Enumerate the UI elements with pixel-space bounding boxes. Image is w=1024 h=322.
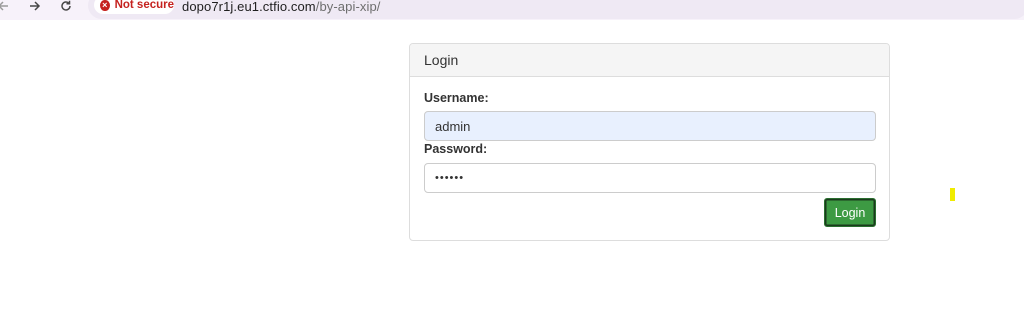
username-label: Username:: [424, 91, 489, 105]
url-host: dopo7r1j.eu1.ctfio.com: [182, 0, 316, 14]
reload-icon: [61, 0, 71, 11]
arrow-right-icon: [30, 1, 41, 11]
reload-button[interactable]: [57, 0, 75, 12]
password-label: Password:: [424, 142, 488, 156]
url-path: /by-api-xip/: [315, 0, 381, 14]
panel-heading: Login: [410, 44, 889, 77]
username-input[interactable]: [424, 111, 876, 141]
back-button[interactable]: [0, 0, 12, 12]
arrow-left-icon: [0, 1, 8, 11]
forward-button[interactable]: [26, 0, 44, 12]
url-text[interactable]: dopo7r1j.eu1.ctfio.com/by-api-xip/: [182, 0, 381, 14]
login-panel: Login Username: Password: Login: [409, 43, 890, 241]
warning-icon: ×: [100, 0, 110, 11]
security-indicator[interactable]: × Not secure: [94, 0, 174, 14]
password-input[interactable]: [424, 163, 876, 193]
security-label: Not secure: [114, 0, 174, 11]
browser-toolbar: × Not secure dopo7r1j.eu1.ctfio.com/by-a…: [0, 0, 1024, 20]
login-button[interactable]: Login: [824, 198, 876, 227]
yellow-highlight-marker: [950, 188, 955, 201]
